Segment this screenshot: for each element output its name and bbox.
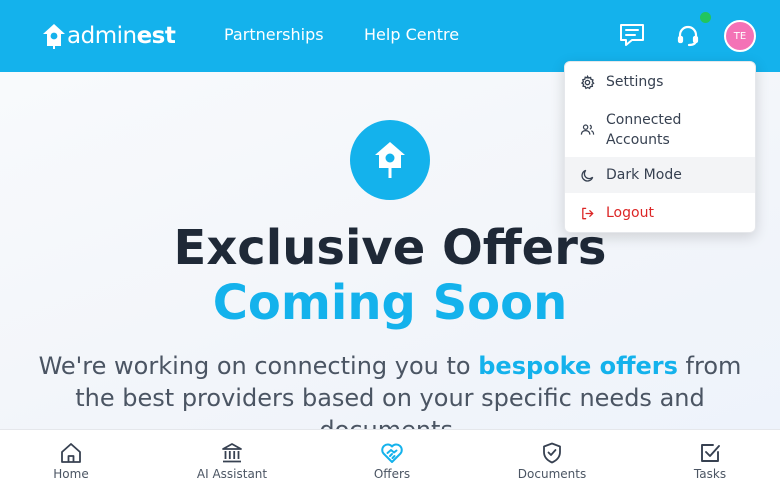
bottom-nav-label: Offers [373,467,411,481]
menu-item-label: Settings [606,74,664,90]
headset-icon[interactable] [676,23,700,53]
menu-item-label: Logout [606,205,654,221]
menu-item-label: Dark Mode [606,167,682,183]
bottom-nav-label: Tasks [693,467,727,481]
bottom-nav-ai-assistant[interactable]: AI Assistant [177,430,287,493]
highlight-bespoke-offers: bespoke offers [478,352,678,380]
user-menu-dropdown: Settings Connected Accounts Dark Mode Lo… [564,61,756,233]
bottom-nav-home[interactable]: Home [21,430,121,493]
logo[interactable]: adminest [42,20,176,52]
bottom-nav-documents[interactable]: Documents [502,430,602,493]
menu-item-settings[interactable]: Settings [565,62,755,102]
bottom-nav-label: AI Assistant [196,467,268,481]
bottom-nav-offers[interactable]: Offers [342,430,442,493]
bottom-nav: Home AI Assistant Offers Documents Tasks [0,429,780,493]
users-icon [579,122,595,138]
heart-handshake-icon [380,441,404,465]
logout-icon [579,205,595,221]
gear-icon [579,74,595,90]
message-icon[interactable] [619,22,645,52]
online-status-dot [700,12,711,23]
hero-description: We're working on connecting you to bespo… [38,352,742,429]
bottom-nav-tasks[interactable]: Tasks [660,430,760,493]
menu-item-connected-accounts[interactable]: Connected Accounts [565,102,755,157]
shield-check-icon [540,441,564,465]
checkbox-icon [698,441,722,465]
bottom-nav-label: Home [53,467,89,481]
nav-help-centre[interactable]: Help Centre [364,25,459,44]
moon-icon [579,167,595,183]
menu-item-dark-mode[interactable]: Dark Mode [565,157,755,193]
birdhouse-icon [350,120,430,200]
home-icon [59,441,83,465]
menu-item-logout[interactable]: Logout [565,193,755,232]
bank-icon [220,441,244,465]
logo-house-icon [43,24,65,49]
menu-item-label: Connected Accounts [606,111,682,148]
hero-subtitle: Coming Soon [212,275,568,331]
logo-text: adminest [67,23,176,49]
bottom-nav-label: Documents [517,467,587,481]
nav-partnerships[interactable]: Partnerships [224,25,324,44]
avatar[interactable]: TE [724,20,756,52]
